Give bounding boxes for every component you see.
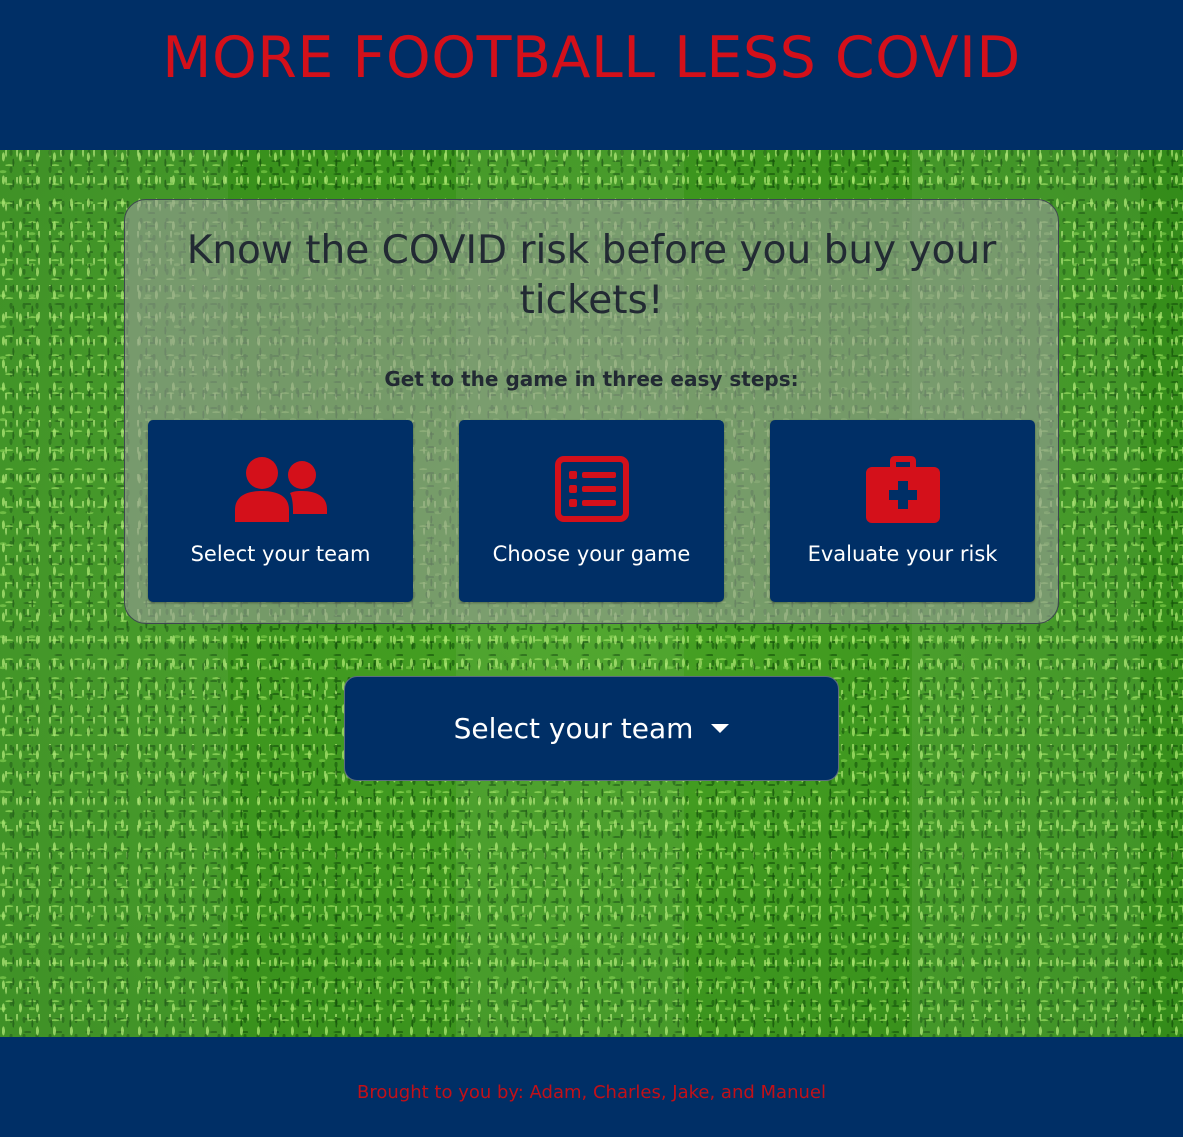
list-icon bbox=[459, 454, 724, 524]
site-footer: Brought to you by: Adam, Charles, Jake, … bbox=[0, 1037, 1183, 1137]
card-heading: Know the COVID risk before you buy your … bbox=[186, 228, 997, 323]
step-select-team[interactable]: Select your team bbox=[148, 420, 413, 602]
page: MORE FOOTBALL LESS COVID Know the COVID … bbox=[0, 0, 1183, 1137]
dropdown-label: Select your team bbox=[453, 712, 694, 745]
select-team-dropdown[interactable]: Select your team bbox=[344, 676, 839, 781]
step-choose-game[interactable]: Choose your game bbox=[459, 420, 724, 602]
step-label: Evaluate your risk bbox=[807, 542, 998, 566]
site-header: MORE FOOTBALL LESS COVID bbox=[0, 0, 1183, 150]
footer-credit: Brought to you by: Adam, Charles, Jake, … bbox=[357, 1082, 826, 1103]
intro-card: Know the COVID risk before you buy your … bbox=[124, 199, 1059, 624]
users-icon bbox=[148, 454, 413, 524]
steps-intro: Get to the game in three easy steps: bbox=[384, 367, 799, 391]
step-evaluate-risk[interactable]: Evaluate your risk bbox=[770, 420, 1035, 602]
step-label: Select your team bbox=[190, 542, 371, 566]
site-title: MORE FOOTBALL LESS COVID bbox=[162, 25, 1021, 91]
caret-down-icon bbox=[711, 724, 730, 733]
medkit-icon bbox=[770, 454, 1035, 524]
step-label: Choose your game bbox=[492, 542, 691, 566]
